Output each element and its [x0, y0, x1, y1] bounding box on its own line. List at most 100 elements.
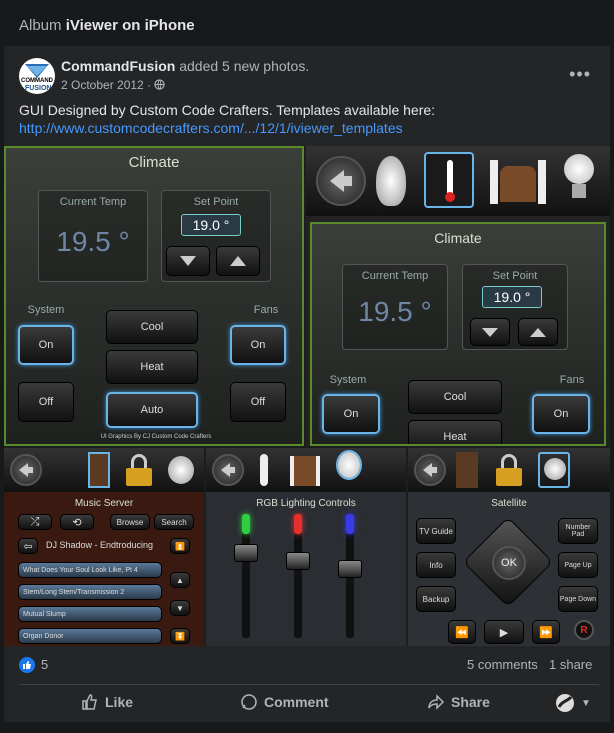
photo-satellite[interactable]: Satellite TV Guide Info Backup OK Number… [408, 448, 610, 646]
back-icon[interactable] [414, 454, 446, 486]
info-button[interactable]: Info [416, 552, 456, 578]
lock-icon[interactable] [126, 454, 152, 486]
fans-label-2: Fans [559, 374, 585, 386]
page-down-button[interactable]: Page Down [558, 586, 598, 612]
speaker-icon[interactable] [456, 452, 478, 488]
post-date[interactable]: 2 October 2012 [61, 78, 144, 92]
shuffle-button[interactable]: ⤮ [18, 514, 52, 530]
setpoint-value-2: 19.0 ° [482, 286, 542, 308]
track-4[interactable]: Organ Donor [18, 628, 162, 644]
lock-icon[interactable] [496, 454, 522, 486]
arrow-down-icon [482, 327, 498, 337]
system-on-button[interactable]: On [18, 325, 74, 365]
page-up-button[interactable]: Page Up [558, 552, 598, 578]
fast-forward-button[interactable]: ⏩ [532, 620, 560, 644]
satellite-dish-icon[interactable] [538, 452, 570, 488]
post-author-line: CommandFusion added 5 new photos. [61, 58, 309, 74]
audience-selector[interactable]: ▼ [555, 693, 591, 713]
speaker-icon[interactable] [376, 156, 406, 206]
post-link[interactable]: http://www.customcodecrafters.com/.../12… [19, 119, 599, 137]
tv-guide-button[interactable]: TV Guide [416, 518, 456, 544]
like-reaction-icon[interactable] [19, 657, 35, 673]
photo-rgb-lighting[interactable]: RGB Lighting Controls [206, 448, 406, 646]
comment-button[interactable]: Comment [240, 693, 329, 711]
scroll-top-button[interactable]: ⏫ [170, 538, 190, 554]
gate-icon[interactable] [290, 456, 320, 486]
music-server-title: Music Server [74, 498, 134, 509]
rewind-button[interactable]: ⏪ [448, 620, 476, 644]
back-icon[interactable] [316, 156, 366, 206]
avatar[interactable]: COMMAND FUSION [19, 58, 55, 94]
fans-on-button[interactable]: On [230, 325, 286, 365]
setpoint-down-button[interactable] [166, 246, 210, 276]
browse-button[interactable]: Browse [110, 514, 150, 530]
system-off-button[interactable]: Off [18, 382, 74, 422]
blue-slider-knob[interactable] [338, 560, 362, 578]
system-on-button-2[interactable]: On [322, 394, 380, 434]
scroll-up-button[interactable]: ▲ [170, 572, 190, 588]
ok-button[interactable]: OK [492, 546, 526, 580]
red-slider-fill [294, 514, 302, 534]
repeat-button[interactable]: ⟲ [60, 514, 94, 530]
red-slider-knob[interactable] [286, 552, 310, 570]
thermometer-icon[interactable] [260, 454, 268, 486]
arrow-down-icon [180, 256, 196, 266]
back-icon[interactable] [10, 454, 42, 486]
scroll-down-button[interactable]: ▼ [170, 600, 190, 616]
auto-button[interactable]: Auto [106, 392, 198, 428]
back-arrow-button[interactable]: ⇦ [18, 538, 38, 554]
photo-music-server[interactable]: Music Server ⤮ ⟲ Browse Search ⇦ DJ Shad… [4, 448, 204, 646]
post-stats: 5 5 comments 1 share [19, 651, 599, 681]
record-button[interactable]: R [574, 620, 594, 640]
share-count[interactable]: 1 share [549, 657, 592, 672]
comment-count[interactable]: 5 comments [467, 657, 538, 672]
setpoint-up-button-2[interactable] [518, 318, 558, 346]
system-label-2: System [329, 374, 367, 386]
blue-slider[interactable] [338, 514, 362, 638]
green-slider-knob[interactable] [234, 544, 258, 562]
setpoint-value: 19.0 ° [181, 214, 241, 236]
setpoint-up-button[interactable] [216, 246, 260, 276]
track-3[interactable]: Mutual Slump [18, 606, 162, 622]
post-actions: Like Comment Share ▼ [19, 684, 599, 720]
record-label: R [580, 624, 588, 636]
setpoint-down-button-2[interactable] [470, 318, 510, 346]
arrow-up-icon [530, 327, 546, 337]
track-1[interactable]: What Does Your Soul Look Like, Pt 4 [18, 562, 162, 578]
heat-button[interactable]: Heat [106, 350, 198, 384]
cool-button[interactable]: Cool [106, 310, 198, 344]
cool-button-2[interactable]: Cool [408, 380, 502, 414]
share-button[interactable]: Share [427, 693, 490, 711]
track-2[interactable]: Stem/Long Stem/Transmission 2 [18, 584, 162, 600]
thumbs-up-icon [82, 694, 97, 710]
album-title[interactable]: iViewer on iPhone [66, 17, 195, 34]
search-button[interactable]: Search [154, 514, 194, 530]
lightbulb-icon[interactable] [338, 452, 360, 478]
album-prefix: Album [19, 17, 62, 34]
like-button[interactable]: Like [81, 693, 133, 711]
satellite-dish-icon[interactable] [168, 456, 194, 484]
fans-off-button[interactable]: Off [230, 382, 286, 422]
avatar-text-1: COMMAND [21, 78, 53, 84]
scroll-bottom-button[interactable]: ⏬ [170, 628, 190, 644]
fans-on-button-2[interactable]: On [532, 394, 590, 434]
gate-icon[interactable] [490, 156, 546, 204]
now-playing: DJ Shadow - Endtroducing [46, 540, 154, 550]
like-count[interactable]: 5 [41, 657, 48, 672]
number-pad-button[interactable]: Number Pad [558, 518, 598, 544]
more-options-icon[interactable]: ••• [569, 64, 591, 85]
speaker-icon[interactable] [88, 452, 110, 488]
post-author[interactable]: CommandFusion [61, 58, 175, 74]
green-slider-fill [242, 514, 250, 534]
heat-button-2[interactable]: Heat [408, 420, 502, 444]
back-icon[interactable] [212, 454, 244, 486]
backup-button[interactable]: Backup [416, 586, 456, 612]
play-button[interactable]: ▶ [484, 620, 524, 644]
photo-climate-toolbar[interactable]: Climate Current Temp 19.5 ° Set Point 19… [306, 146, 610, 446]
photo-climate-large[interactable]: Climate Current Temp 19.5 ° Set Point 19… [4, 146, 304, 446]
ok-label: OK [501, 557, 517, 569]
red-slider[interactable] [286, 514, 310, 638]
thermometer-icon[interactable] [424, 152, 474, 208]
green-slider[interactable] [234, 514, 258, 638]
lightbulb-icon[interactable] [564, 154, 594, 204]
